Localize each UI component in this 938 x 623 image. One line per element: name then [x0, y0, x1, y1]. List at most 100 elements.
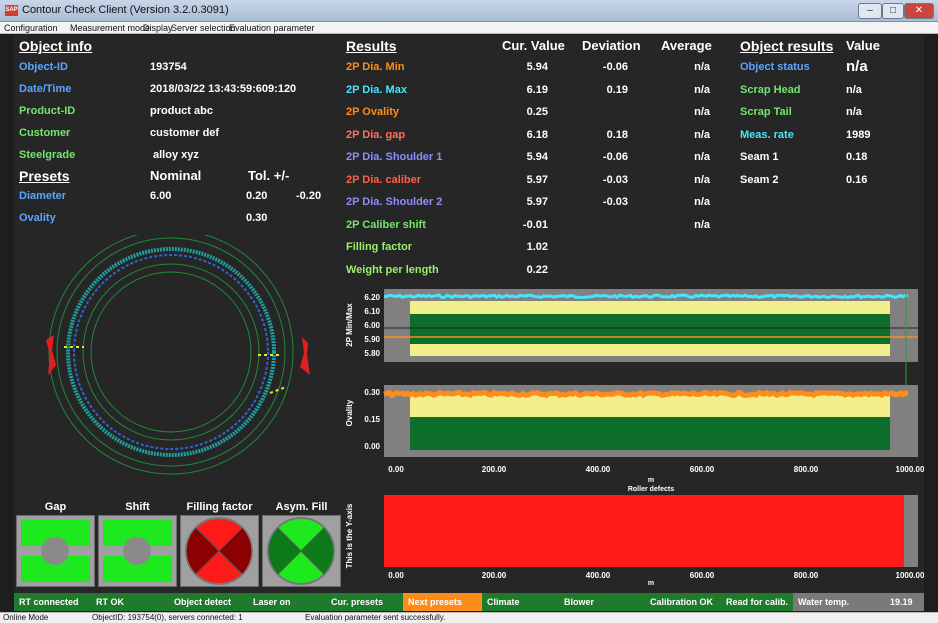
status-indicator: 19.19 — [885, 593, 924, 611]
object-result-value: n/a — [846, 106, 862, 118]
result-label: Weight per length — [346, 263, 439, 276]
result-label: Filling factor — [346, 241, 412, 253]
left-defect-marker — [46, 335, 56, 375]
dia-ylabel: 2P Min/Max — [345, 303, 354, 347]
bottom-status-bar: Online Mode ObjectID: 193754(0), servers… — [0, 612, 938, 623]
result-label: 2P Dia. caliber — [346, 173, 422, 186]
dia-tick-label: 5.80 — [364, 349, 380, 358]
result-cur-value: 1.02 — [526, 241, 548, 253]
x-tick-label: 400.00 — [586, 465, 611, 474]
x-tick-label: 0.00 — [388, 465, 404, 474]
object-result-label: Seam 1 — [740, 151, 779, 163]
object-result-label: Seam 2 — [740, 173, 779, 186]
inner-limit-ring — [82, 263, 260, 441]
roller-ylabel: This is the Y-axis — [345, 503, 354, 568]
object-result-label: Meas. rate — [740, 128, 794, 141]
result-cur-value: 6.19 — [526, 83, 548, 96]
steelgrade-label: Steelgrade — [19, 149, 76, 161]
menu-evaluation-parameter[interactable]: Evaluation parameter — [229, 22, 315, 34]
result-label: 2P Caliber shift — [346, 218, 426, 231]
x-tick-label: 800.00 — [794, 465, 819, 474]
result-average: n/a — [694, 151, 710, 163]
result-deviation: -0.06 — [602, 151, 628, 163]
status-indicator: RT connected — [14, 593, 91, 611]
result-average: n/a — [694, 128, 710, 141]
gauge-label: Asym. Fill — [275, 501, 328, 513]
menu-server-selection[interactable]: Server selection — [171, 22, 236, 34]
result-label: 2P Dia. gap — [346, 128, 406, 141]
result-deviation: 0.18 — [606, 128, 628, 141]
x-tick-label: 600.00 — [690, 465, 715, 474]
object-result-value: 1989 — [846, 128, 871, 141]
ovality-label: Ovality — [19, 212, 56, 224]
window-title: Contour Check Client (Version 3.2.0.3091… — [22, 4, 229, 16]
dia-tick-label: 5.90 — [364, 335, 380, 344]
result-label: 2P Dia. Min — [346, 61, 405, 73]
status-indicator: RT OK — [91, 593, 169, 611]
x-unit-label: m — [648, 477, 654, 484]
trend-charts: 2P Min/Max 6.206.106.005.905.80 Ovality … — [345, 289, 924, 587]
result-deviation: -0.03 — [602, 173, 628, 186]
result-average: n/a — [694, 83, 710, 96]
gauge-shift — [98, 515, 177, 587]
menu-configuration[interactable]: Configuration — [4, 22, 58, 34]
result-average: n/a — [694, 196, 710, 208]
result-cur-value: 5.94 — [526, 151, 548, 163]
diameter-tol-plus: 0.20 — [246, 190, 268, 202]
ovality-tick-label: 0.00 — [364, 442, 380, 451]
nominal-heading: Nominal — [150, 168, 202, 183]
object-result-value: 0.16 — [846, 173, 868, 186]
message-text: Evaluation parameter sent successfully. — [305, 613, 446, 622]
result-cur-value: 6.18 — [526, 128, 548, 141]
date-time-value: 2018/03/22 13:43:59:609:120 — [150, 83, 297, 95]
object-result-value: 0.18 — [846, 151, 868, 163]
dia-tick-label: 6.00 — [364, 321, 380, 330]
tolerance-heading: Tol. +/- — [248, 168, 290, 183]
ovality-tol-plus: 0.30 — [246, 212, 268, 224]
steelgrade-value: alloy xyz — [153, 149, 199, 161]
minimize-icon[interactable]: – — [858, 3, 882, 19]
object-results-heading: Object results — [740, 38, 834, 54]
result-cur-value: 0.25 — [526, 106, 548, 118]
close-icon[interactable]: ✕ — [904, 3, 934, 19]
object-result-label: Object status — [740, 61, 810, 73]
result-average: n/a — [694, 61, 710, 73]
status-indicator: Climate — [482, 593, 559, 611]
object-result-label: Scrap Tail — [740, 106, 792, 118]
result-average: n/a — [694, 173, 710, 186]
cur-value-heading: Cur. Value — [502, 38, 565, 53]
customer-label: Customer — [19, 127, 71, 139]
menu-display[interactable]: Display — [143, 22, 173, 34]
ovality-inner-band — [410, 417, 890, 450]
contour-outline-inner — [73, 254, 269, 450]
object-result-value: n/a — [846, 83, 862, 96]
diameter-label: Diameter — [19, 190, 67, 202]
result-cur-value: 0.22 — [526, 263, 548, 276]
status-indicator: Blower — [559, 593, 645, 611]
diameter-nominal: 6.00 — [150, 190, 172, 202]
roller-x-unit-label: m — [648, 580, 654, 587]
ovality-tick-label: 0.15 — [364, 415, 380, 424]
application-window: SAP Contour Check Client (Version 3.2.0.… — [0, 0, 938, 623]
product-id-value: product abc — [150, 105, 213, 117]
result-label: 2P Dia. Shoulder 2 — [346, 196, 443, 208]
status-indicator: Laser on — [248, 593, 326, 611]
roller-x-tick-label: 1000.00 — [896, 571, 924, 580]
inner-tolerance-ring — [90, 271, 252, 433]
menu-bar: Configuration Measurement mode Display S… — [0, 22, 938, 34]
object-info-heading: Object info — [19, 38, 93, 54]
app-icon: SAP — [5, 5, 18, 16]
product-id-label: Product-ID — [19, 105, 76, 117]
result-deviation: -0.06 — [602, 61, 628, 73]
right-defect-marker — [300, 337, 310, 375]
ovality-line — [383, 389, 909, 399]
customer-value: customer def — [150, 127, 220, 139]
result-average: n/a — [694, 106, 710, 118]
menu-measurement-mode[interactable]: Measurement mode — [70, 22, 150, 34]
gauge-filling-factor — [180, 515, 259, 587]
date-time-label: Date/Time — [19, 83, 72, 95]
maximize-icon[interactable]: □ — [882, 3, 904, 19]
result-average: n/a — [694, 218, 710, 231]
contour-outline-outer — [66, 247, 276, 457]
diameter-tol-minus: -0.20 — [296, 190, 322, 202]
